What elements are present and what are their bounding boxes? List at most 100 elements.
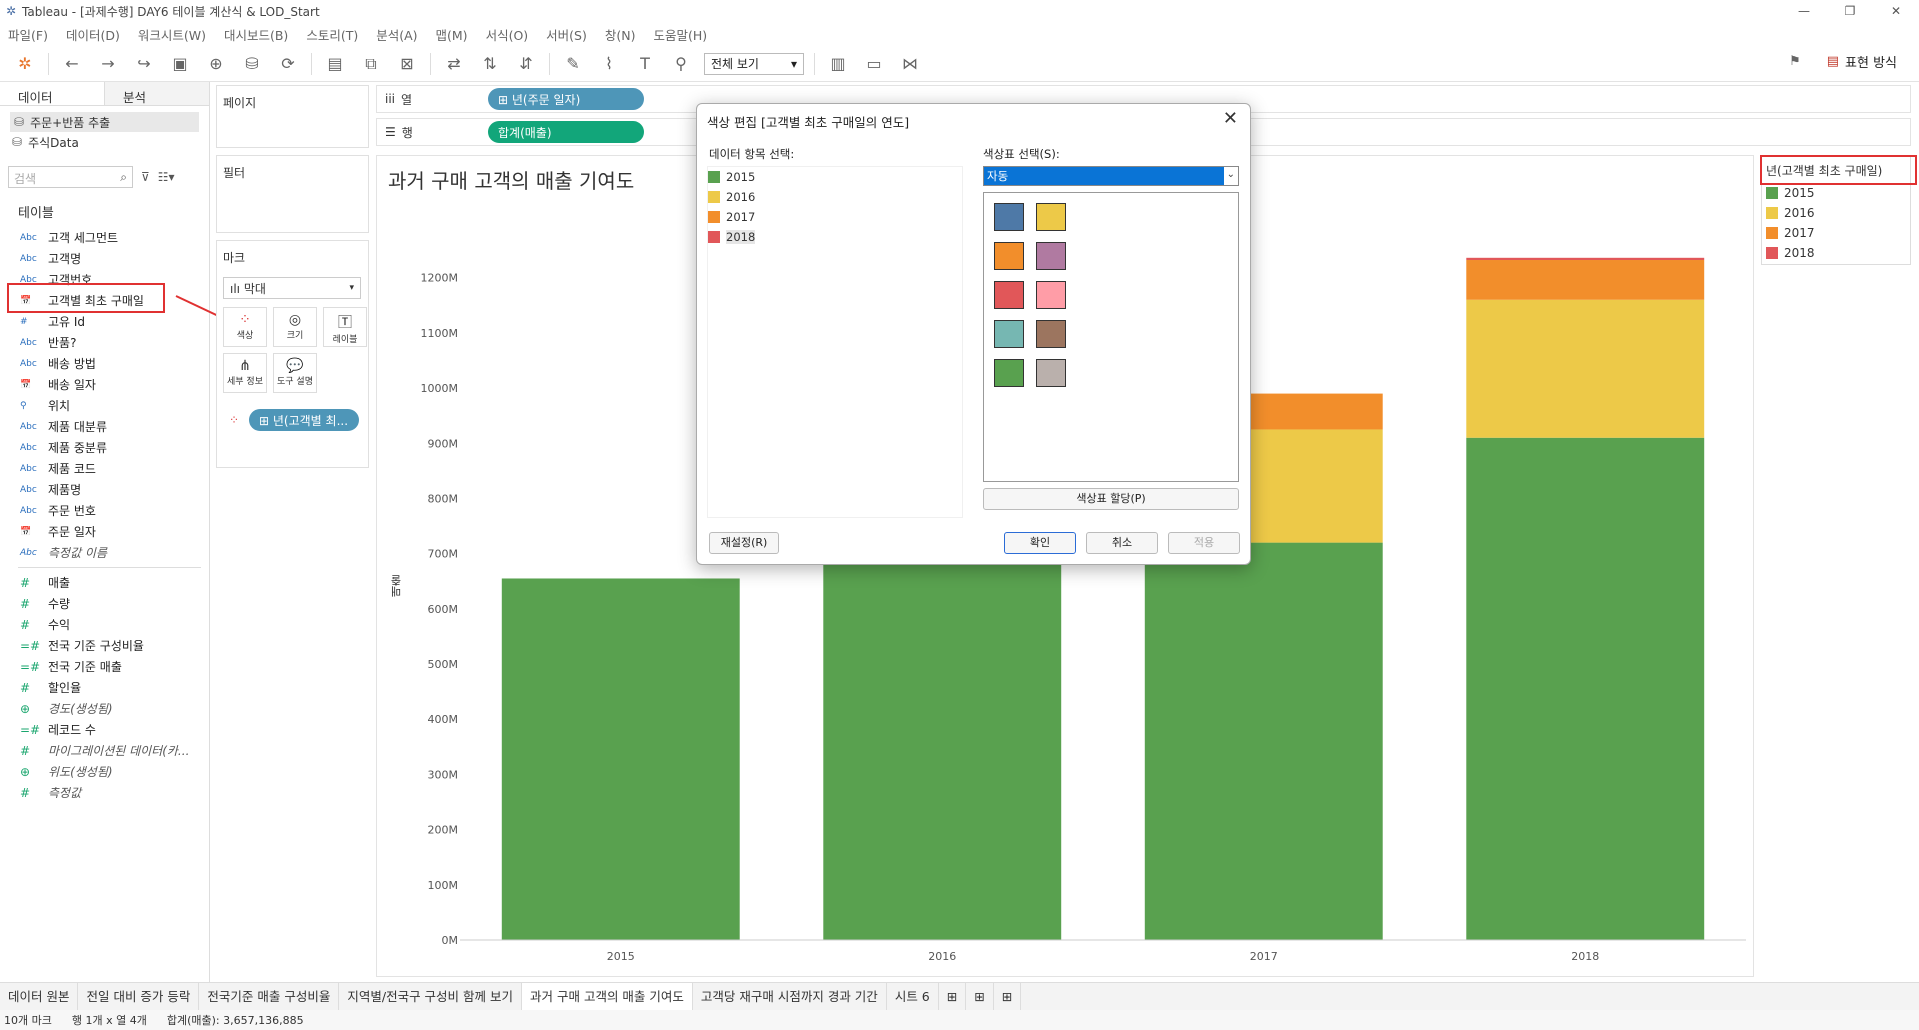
palette-swatch[interactable] [994, 359, 1024, 387]
data-item[interactable]: 2015 [708, 167, 962, 187]
field-item[interactable]: ⊕ 경도(생성됨) [0, 698, 209, 719]
refresh-icon[interactable]: ⟳ [275, 54, 301, 73]
field-item[interactable]: # 마이그레이션된 데이터(카... [0, 740, 209, 761]
chart-type-icon[interactable]: ▥ [825, 54, 851, 73]
save-icon[interactable]: ▣ [167, 54, 193, 73]
menu-item[interactable]: 대시보드(B) [224, 25, 288, 44]
sheet-tab[interactable]: 전일 대비 증가 등락 [78, 982, 200, 1011]
tab-data[interactable]: 데이터 [0, 82, 104, 105]
redo-icon[interactable]: → [95, 54, 121, 73]
field-item[interactable]: Abc 제품명 [0, 479, 209, 500]
field-item[interactable]: Abc 배송 방법 [0, 353, 209, 374]
field-item[interactable]: # 할인율 [0, 677, 209, 698]
view-options-icon[interactable]: ☷▾ [158, 170, 175, 184]
sort-desc-icon[interactable]: ⇵ [513, 54, 539, 73]
datasource-item[interactable]: ⛁ 주문+반품 추출 [10, 112, 199, 132]
tab-data-source[interactable]: 데이터 원본 [0, 982, 79, 1011]
share-icon[interactable]: ⋈ [897, 54, 923, 73]
tooltip-mark-button[interactable]: 💬 도구 설명 [273, 353, 317, 393]
fit-select[interactable]: 전체 보기 ▾ [704, 52, 804, 75]
new-worksheet-icon[interactable]: ⊞ [939, 982, 967, 1011]
minimize-icon[interactable]: — [1781, 0, 1827, 22]
apply-button[interactable]: 적용 [1168, 532, 1240, 554]
field-item[interactable]: Abc 제품 중분류 [0, 437, 209, 458]
field-item[interactable]: =# 전국 기준 매출 [0, 656, 209, 677]
detail-mark-button[interactable]: ⋔ 세부 정보 [223, 353, 267, 393]
sheet-tab[interactable]: 고객당 재구매 시점까지 경과 기간 [693, 982, 887, 1011]
ok-button[interactable]: 확인 [1004, 532, 1076, 554]
swap-icon[interactable]: ⇄ [441, 54, 467, 73]
field-item[interactable]: ⊕ 위도(생성됨) [0, 761, 209, 782]
field-item[interactable]: =# 레코드 수 [0, 719, 209, 740]
field-item[interactable]: # 매출 [0, 572, 209, 593]
field-item[interactable]: Abc 측정값 이름 [0, 542, 209, 563]
menu-item[interactable]: 서버(S) [546, 25, 587, 44]
bar-segment[interactable] [823, 537, 1062, 940]
field-item[interactable]: ⚲ 위치 [0, 395, 209, 416]
close-icon[interactable]: ✕ [1223, 108, 1238, 129]
filter-icon[interactable]: ⊽ [141, 170, 150, 184]
data-item[interactable]: 2017 [708, 207, 962, 227]
palette-swatch[interactable] [1036, 359, 1066, 387]
field-item[interactable]: Abc 제품 대분류 [0, 416, 209, 437]
new-dashboard-icon[interactable]: ⊞ [966, 982, 994, 1011]
highlight-icon[interactable]: ✎ [560, 54, 586, 73]
palette-swatch[interactable] [994, 281, 1024, 309]
bar-segment[interactable] [1466, 257, 1705, 261]
sheet-tab[interactable]: 전국기준 매출 구성비율 [199, 982, 340, 1011]
pin-icon[interactable]: ⚲ [668, 54, 694, 73]
restore-icon[interactable]: ❐ [1827, 0, 1873, 22]
palette-swatch[interactable] [994, 320, 1024, 348]
columns-pill[interactable]: ⊞ 년(주문 일자) [488, 88, 644, 110]
field-search-input[interactable]: 검색 ⌕ [8, 166, 133, 188]
bar-segment[interactable] [1466, 299, 1705, 438]
new-story-icon[interactable]: ⊞ [994, 982, 1022, 1011]
menu-item[interactable]: 파일(F) [8, 25, 48, 44]
menu-item[interactable]: 창(N) [605, 25, 636, 44]
field-item[interactable]: 📅 배송 일자 [0, 374, 209, 395]
menu-item[interactable]: 스토리(T) [306, 25, 358, 44]
menu-item[interactable]: 데이터(D) [66, 25, 120, 44]
rows-pill[interactable]: 합계(매출) [488, 121, 644, 143]
palette-swatch[interactable] [1036, 203, 1066, 231]
assign-palette-button[interactable]: 색상표 할당(P) [983, 488, 1239, 510]
field-item[interactable]: Abc 주문 번호 [0, 500, 209, 521]
color-mark-button[interactable]: ⁘ 색상 [223, 307, 267, 347]
bar-segment[interactable] [1144, 542, 1383, 940]
field-item[interactable]: # 수익 [0, 614, 209, 635]
size-mark-button[interactable]: ◎ 크기 [273, 307, 317, 347]
clear-sheet-icon[interactable]: ⊠ [394, 54, 420, 73]
field-item[interactable]: Abc 고객 세그먼트 [0, 227, 209, 248]
datasource-icon[interactable]: ⛁ [239, 54, 265, 73]
sheet-tab[interactable]: 시트 6 [887, 982, 939, 1011]
tableau-start-icon[interactable]: ✲ [12, 54, 38, 73]
data-item[interactable]: 2018 [708, 227, 962, 247]
color-field-pill[interactable]: ⊞ 년(고객별 최... [249, 409, 359, 431]
sheet-tab[interactable]: 과거 구매 고객의 매출 기여도 [522, 982, 693, 1011]
filters-card[interactable]: 필터 [216, 155, 369, 233]
label-icon[interactable]: T [632, 54, 658, 73]
sheet-tab[interactable]: 지역별/전국구 구성비 함께 보기 [339, 982, 522, 1011]
legend-item[interactable]: 2017 [1762, 223, 1910, 243]
field-item[interactable]: Abc 제품 코드 [0, 458, 209, 479]
palette-swatch[interactable] [1036, 320, 1066, 348]
palette-swatch[interactable] [1036, 242, 1066, 270]
data-item[interactable]: 2016 [708, 187, 962, 207]
data-item-list[interactable]: 2015 2016 2017 2018 [707, 166, 963, 518]
legend-item[interactable]: 2018 [1762, 243, 1910, 263]
cancel-button[interactable]: 취소 [1086, 532, 1158, 554]
group-icon[interactable]: ⌇ [596, 54, 622, 73]
menu-item[interactable]: 도움말(H) [653, 25, 707, 44]
legend-item[interactable]: 2016 [1762, 203, 1910, 223]
menu-item[interactable]: 워크시트(W) [138, 25, 206, 44]
undo-icon[interactable]: ← [59, 54, 85, 73]
field-item[interactable]: Abc 고객명 [0, 248, 209, 269]
palette-swatch[interactable] [1036, 281, 1066, 309]
label-mark-button[interactable]: 🅃 레이블 [323, 307, 367, 347]
tab-analysis[interactable]: 분석 [104, 82, 209, 105]
legend-item[interactable]: 2015 [1762, 183, 1910, 203]
replay-icon[interactable]: ↪ [131, 54, 157, 73]
field-item[interactable]: # 측정값 [0, 782, 209, 803]
bar-segment[interactable] [501, 578, 740, 940]
bar-segment[interactable] [1466, 437, 1705, 940]
